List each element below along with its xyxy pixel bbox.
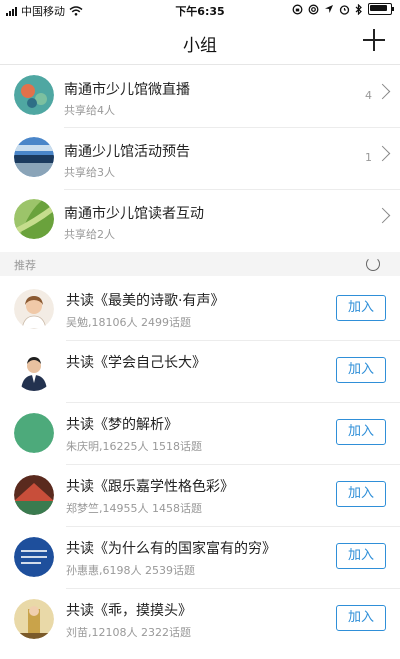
- recommended-item[interactable]: 共读《为什么有的国家富有的穷》 孙惠惠,6198人 2539话题 加入: [0, 526, 400, 588]
- group-item[interactable]: 南通市少儿馆微直播 共享给4人 4: [0, 65, 400, 127]
- recommend-section-header: 推荐: [0, 252, 400, 276]
- book-title: 共读《为什么有的国家富有的穷》: [66, 541, 276, 557]
- join-button[interactable]: 加入: [336, 605, 386, 631]
- add-group-button[interactable]: [362, 28, 386, 52]
- join-button[interactable]: 加入: [336, 357, 386, 383]
- status-right: [292, 3, 394, 15]
- book-title: 共读《学会自己长大》: [66, 355, 206, 371]
- unread-count: 4: [365, 89, 372, 102]
- group-name: 南通市少儿馆读者互动: [64, 206, 204, 222]
- unread-count: 1: [365, 151, 372, 164]
- section-label: 推荐: [14, 259, 36, 272]
- recommended-avatar: [14, 351, 54, 391]
- join-button[interactable]: 加入: [336, 419, 386, 445]
- book-title: 共读《最美的诗歌·有声》: [66, 293, 225, 309]
- group-name: 南通少儿馆活动预告: [64, 144, 190, 160]
- page-title: 小组: [183, 36, 217, 56]
- recommended-item[interactable]: 共读《最美的诗歌·有声》 吴勉,18106人 2499话题 加入: [0, 278, 400, 340]
- recommended-avatar: [14, 475, 54, 515]
- recommended-avatar: [14, 599, 54, 639]
- book-meta: 吴勉,18106人 2499话题: [66, 316, 191, 329]
- chevron-right-icon: [374, 145, 391, 162]
- refresh-icon[interactable]: [366, 257, 380, 271]
- book-meta: 郑梦竺,14955人 1458话题: [66, 502, 202, 515]
- join-button[interactable]: 加入: [336, 481, 386, 507]
- group-share-count: 共享给4人: [64, 104, 115, 117]
- navigation-bar: 小组: [0, 20, 400, 65]
- join-button[interactable]: 加入: [336, 543, 386, 569]
- recommended-avatar: [14, 537, 54, 577]
- book-title: 共读《乖，摸摸头》: [66, 603, 192, 619]
- book-title: 共读《跟乐嘉学性格色彩》: [66, 479, 234, 495]
- recommended-item[interactable]: 共读《梦的解析》 朱庆明,16225人 1518话题 加入: [0, 402, 400, 464]
- book-meta: 刘苗,12108人 2322话题: [66, 626, 191, 639]
- chevron-right-icon: [374, 207, 391, 224]
- location-icon: [325, 5, 333, 13]
- group-avatar: [14, 75, 54, 115]
- battery-icon: [368, 3, 394, 15]
- book-meta: 朱庆明,16225人 1518话题: [66, 440, 202, 453]
- status-bar: 中国移动 下午6:35: [0, 0, 400, 20]
- lock-rotation-icon: [292, 4, 303, 14]
- group-name: 南通市少儿馆微直播: [64, 82, 190, 98]
- join-button[interactable]: 加入: [336, 295, 386, 321]
- chevron-right-icon: [374, 83, 391, 100]
- group-item[interactable]: 南通市少儿馆读者互动 共享给2人: [0, 189, 400, 251]
- group-share-count: 共享给2人: [64, 228, 115, 241]
- group-share-count: 共享给3人: [64, 166, 115, 179]
- book-meta: 孙惠惠,6198人 2539话题: [66, 564, 195, 577]
- recommended-item[interactable]: 共读《乖，摸摸头》 刘苗,12108人 2322话题 加入: [0, 588, 400, 650]
- recommended-avatar: [14, 413, 54, 453]
- recommended-avatar: [14, 289, 54, 329]
- bluetooth-icon: [355, 3, 362, 15]
- alarm-icon: [339, 4, 350, 15]
- at-icon: [308, 4, 319, 14]
- recommended-item[interactable]: 共读《学会自己长大》 加入: [0, 340, 400, 402]
- group-avatar: [14, 199, 54, 239]
- recommended-item[interactable]: 共读《跟乐嘉学性格色彩》 郑梦竺,14955人 1458话题 加入: [0, 464, 400, 526]
- book-title: 共读《梦的解析》: [66, 417, 178, 433]
- group-item[interactable]: 南通少儿馆活动预告 共享给3人 1: [0, 127, 400, 189]
- group-avatar: [14, 137, 54, 177]
